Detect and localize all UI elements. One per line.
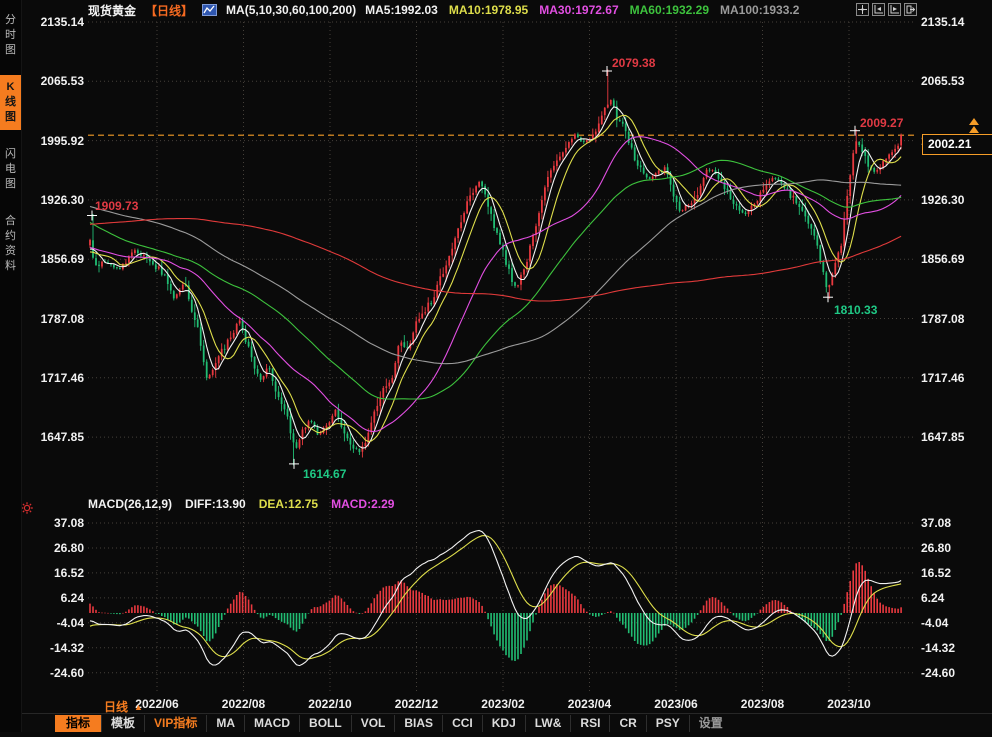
toolbar-item-MA[interactable]: MA <box>206 715 244 732</box>
toolbar-item-BOLL[interactable]: BOLL <box>299 715 351 732</box>
price-tick-label: 2065.53 <box>921 74 991 88</box>
macd-tick-label: -24.60 <box>921 666 991 680</box>
macd-diff-value: DIFF:13.90 <box>185 497 246 511</box>
toolbar-item-VOL[interactable]: VOL <box>351 715 395 732</box>
toolbar-item-VIP指标[interactable]: VIP指标 <box>144 715 206 732</box>
toolbar-item-BIAS[interactable]: BIAS <box>394 715 442 732</box>
price-tick-label: 1926.30 <box>921 193 991 207</box>
toolbar-item-CR[interactable]: CR <box>609 715 645 732</box>
indicator-toolbar: 指标模板VIP指标MAMACDBOLLVOLBIASCCIKDJLW&RSICR… <box>0 713 992 732</box>
exit-chart-icon[interactable] <box>904 3 917 16</box>
toolbar-item-模板[interactable]: 模板 <box>101 715 144 732</box>
toolbar-item-MACD[interactable]: MACD <box>244 715 299 732</box>
toolbar-item-KDJ[interactable]: KDJ <box>482 715 525 732</box>
ma-legend-value: MA100:1933.2 <box>720 3 799 17</box>
toolbar-item-设置[interactable]: 设置 <box>689 715 732 732</box>
macd-tick-label: -14.32 <box>921 641 991 655</box>
sidebar-item-2[interactable]: K 线 图 <box>0 75 21 130</box>
date-tick-label: 2023/02 <box>467 697 539 711</box>
price-tick-label: 1717.46 <box>921 371 991 385</box>
toolbar-item-RSI[interactable]: RSI <box>570 715 609 732</box>
ma-params-label: MA(5,10,30,60,100,200) <box>226 3 356 17</box>
date-tick-label: 2022/08 <box>208 697 280 711</box>
period-tag: 【日线】 <box>145 2 193 19</box>
price-annotation: 1909.73 <box>95 199 138 213</box>
axis-pan-left-icon[interactable] <box>872 3 885 16</box>
date-tick-label: 2023/06 <box>640 697 712 711</box>
chart-header: 现货黄金 【日线】 MA(5,10,30,60,100,200) MA5:199… <box>88 2 799 18</box>
price-tick-label: 2135.14 <box>921 15 991 29</box>
indicator-settings-gear-icon[interactable] <box>21 501 33 519</box>
symbol-title: 现货黄金 <box>88 2 136 19</box>
price-annotation: 1614.67 <box>303 467 346 481</box>
ma-chart-icon <box>202 4 217 16</box>
macd-dea-value: DEA:12.75 <box>259 497 318 511</box>
macd-macd-value: MACD:2.29 <box>331 497 394 511</box>
price-annotation: 1810.33 <box>834 303 877 317</box>
current-price-value: 2002.21 <box>928 137 971 151</box>
sidebar-item-3[interactable]: 闪 电 图 <box>0 142 21 197</box>
chart-window-controls <box>856 3 917 16</box>
macd-tick-label: 37.08 <box>921 516 991 530</box>
date-tick-label: 2022/12 <box>381 697 453 711</box>
toolbar-item-LW&[interactable]: LW& <box>525 715 571 732</box>
axis-pan-right-icon[interactable] <box>888 3 901 16</box>
macd-header: MACD(26,12,9) DIFF:13.90 DEA:12.75 MACD:… <box>88 497 394 511</box>
sidebar-item-1[interactable]: 分 时 图 <box>0 8 21 63</box>
price-annotation: 2009.27 <box>860 116 903 130</box>
price-tick-label: 1787.08 <box>921 312 991 326</box>
macd-params-label: MACD(26,12,9) <box>88 497 172 511</box>
ma-legend-value: MA5:1992.03 <box>365 3 438 17</box>
ma-legend-value: MA60:1932.29 <box>630 3 709 17</box>
chevron-up-icon: ▲ <box>134 702 143 712</box>
chart-canvas[interactable] <box>0 0 992 732</box>
toolbar-item-PSY[interactable]: PSY <box>646 715 689 732</box>
ma-legend: MA5:1992.03 MA10:1978.95 MA30:1972.67 MA60:… <box>365 3 799 17</box>
price-annotation: 2079.38 <box>612 56 655 70</box>
price-up-arrows-icon <box>969 118 979 134</box>
date-tick-label: 2023/04 <box>554 697 626 711</box>
toolbar-item-CCI[interactable]: CCI <box>442 715 482 732</box>
macd-tick-label: 6.24 <box>921 591 991 605</box>
date-axis: 2022/062022/082022/102022/122023/022023/… <box>0 697 992 712</box>
price-tick-label: 1647.85 <box>921 430 991 444</box>
ma-legend-value: MA10:1978.95 <box>449 3 528 17</box>
chart-mode-sidebar: 分 时 图 K 线 图闪 电 图合 约 资 料 <box>0 0 22 732</box>
date-tick-label: 2023/08 <box>727 697 799 711</box>
macd-tick-label: 16.52 <box>921 566 991 580</box>
toolbar-item-指标[interactable]: 指标 <box>55 715 101 732</box>
sidebar-item-4[interactable]: 合 约 资 料 <box>0 209 21 279</box>
current-price-box: 2002.21 <box>922 134 992 155</box>
date-tick-label: 2023/10 <box>813 697 885 711</box>
macd-tick-label: 26.80 <box>921 541 991 555</box>
ma-legend-value: MA30:1972.67 <box>539 3 618 17</box>
date-tick-label: 2022/10 <box>294 697 366 711</box>
price-tick-label: 1856.69 <box>921 252 991 266</box>
macd-tick-label: -4.04 <box>921 616 991 630</box>
crosshair-icon[interactable] <box>856 3 869 16</box>
